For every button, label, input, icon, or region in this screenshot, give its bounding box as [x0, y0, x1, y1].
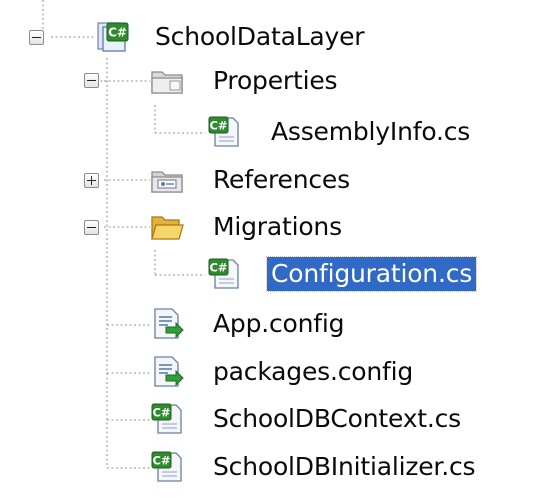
tree-node-label: References [213, 165, 350, 194]
svg-text:C#: C# [152, 406, 170, 420]
config-file-icon [154, 308, 184, 339]
references-icon [151, 171, 183, 193]
tree-node-label: Migrations [213, 212, 342, 241]
tree-node-label: SchoolDBInitializer.cs [213, 452, 476, 481]
tree-node-label: SchoolDataLayer [155, 22, 365, 51]
csharp-file-icon: C# [208, 116, 239, 147]
folder-properties-icon [151, 71, 183, 94]
tree-node-label: AssemblyInfo.cs [271, 117, 471, 146]
tree-node-label: Properties [213, 66, 338, 95]
expand-toggle[interactable] [84, 173, 99, 188]
collapse-toggle[interactable] [29, 30, 44, 45]
csharp-file-icon: C# [208, 258, 239, 289]
tree-node-label-selected: Configuration.cs [265, 256, 478, 292]
solution-explorer-tree: C# SchoolDataLayer Properties C# Assembl… [0, 0, 535, 497]
svg-text:C#: C# [209, 261, 227, 275]
svg-text:C#: C# [209, 119, 227, 133]
tree-node-label: SchoolDBContext.cs [213, 404, 462, 433]
collapse-toggle[interactable] [84, 73, 99, 88]
folder-open-icon [151, 216, 184, 240]
tree-node-label: packages.config [213, 357, 414, 386]
collapse-toggle[interactable] [84, 220, 99, 235]
csharp-project-icon: C# [97, 22, 129, 52]
config-file-icon [154, 356, 184, 387]
tree-node-label: App.config [213, 309, 345, 338]
svg-text:C#: C# [152, 454, 170, 468]
svg-text:C#: C# [108, 26, 127, 40]
csharp-file-icon: C# [151, 403, 182, 434]
csharp-file-icon: C# [151, 451, 182, 482]
